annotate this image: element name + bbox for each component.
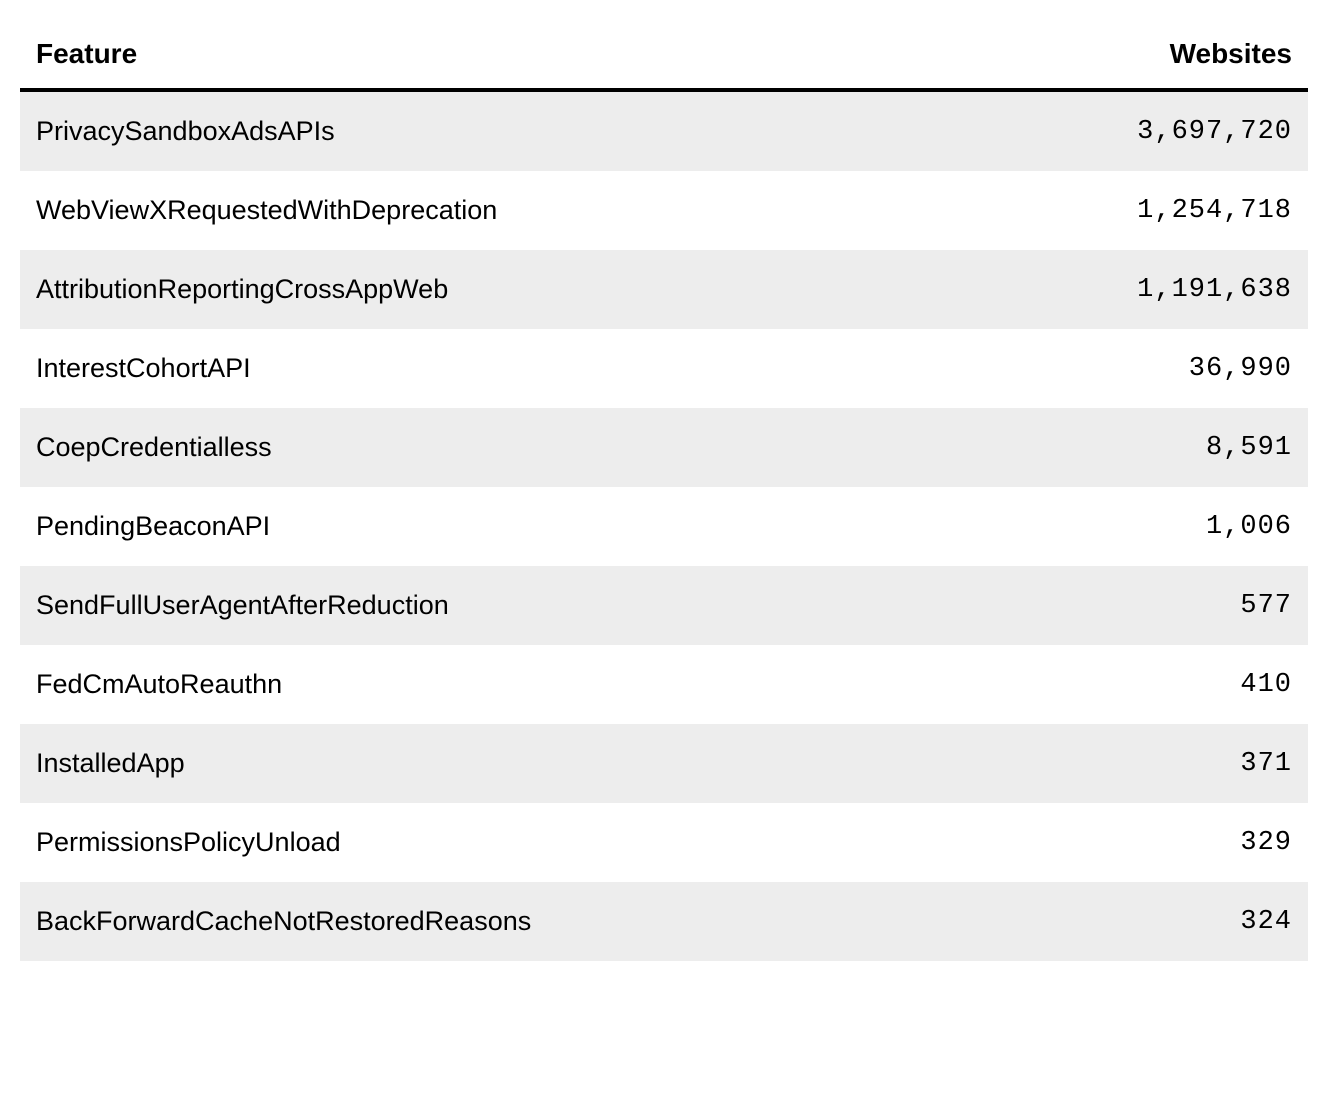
feature-name: WebViewXRequestedWithDeprecation bbox=[20, 171, 971, 250]
table-row: FedCmAutoReauthn 410 bbox=[20, 645, 1308, 724]
table-header-row: Feature Websites bbox=[20, 20, 1308, 90]
table-row: WebViewXRequestedWithDeprecation 1,254,7… bbox=[20, 171, 1308, 250]
websites-count: 329 bbox=[971, 803, 1308, 882]
table-row: PendingBeaconAPI 1,006 bbox=[20, 487, 1308, 566]
header-feature: Feature bbox=[20, 20, 971, 90]
feature-name: SendFullUserAgentAfterReduction bbox=[20, 566, 971, 645]
websites-count: 371 bbox=[971, 724, 1308, 803]
websites-count: 1,006 bbox=[971, 487, 1308, 566]
feature-name: CoepCredentialless bbox=[20, 408, 971, 487]
websites-count: 1,191,638 bbox=[971, 250, 1308, 329]
feature-name: PermissionsPolicyUnload bbox=[20, 803, 971, 882]
websites-count: 324 bbox=[971, 882, 1308, 961]
table-row: BackForwardCacheNotRestoredReasons 324 bbox=[20, 882, 1308, 961]
table-row: PrivacySandboxAdsAPIs 3,697,720 bbox=[20, 90, 1308, 171]
table-row: SendFullUserAgentAfterReduction 577 bbox=[20, 566, 1308, 645]
websites-count: 410 bbox=[971, 645, 1308, 724]
feature-name: PendingBeaconAPI bbox=[20, 487, 971, 566]
feature-name: FedCmAutoReauthn bbox=[20, 645, 971, 724]
feature-name: BackForwardCacheNotRestoredReasons bbox=[20, 882, 971, 961]
feature-name: PrivacySandboxAdsAPIs bbox=[20, 90, 971, 171]
websites-count: 3,697,720 bbox=[971, 90, 1308, 171]
table-row: InterestCohortAPI 36,990 bbox=[20, 329, 1308, 408]
websites-count: 577 bbox=[971, 566, 1308, 645]
websites-count: 36,990 bbox=[971, 329, 1308, 408]
table-row: AttributionReportingCrossAppWeb 1,191,63… bbox=[20, 250, 1308, 329]
feature-usage-table: Feature Websites PrivacySandboxAdsAPIs 3… bbox=[20, 20, 1308, 961]
header-websites: Websites bbox=[971, 20, 1308, 90]
websites-count: 1,254,718 bbox=[971, 171, 1308, 250]
table-row: CoepCredentialless 8,591 bbox=[20, 408, 1308, 487]
websites-count: 8,591 bbox=[971, 408, 1308, 487]
feature-name: AttributionReportingCrossAppWeb bbox=[20, 250, 971, 329]
feature-usage-table-container: Feature Websites PrivacySandboxAdsAPIs 3… bbox=[20, 20, 1308, 961]
table-row: PermissionsPolicyUnload 329 bbox=[20, 803, 1308, 882]
feature-name: InterestCohortAPI bbox=[20, 329, 971, 408]
feature-name: InstalledApp bbox=[20, 724, 971, 803]
table-row: InstalledApp 371 bbox=[20, 724, 1308, 803]
